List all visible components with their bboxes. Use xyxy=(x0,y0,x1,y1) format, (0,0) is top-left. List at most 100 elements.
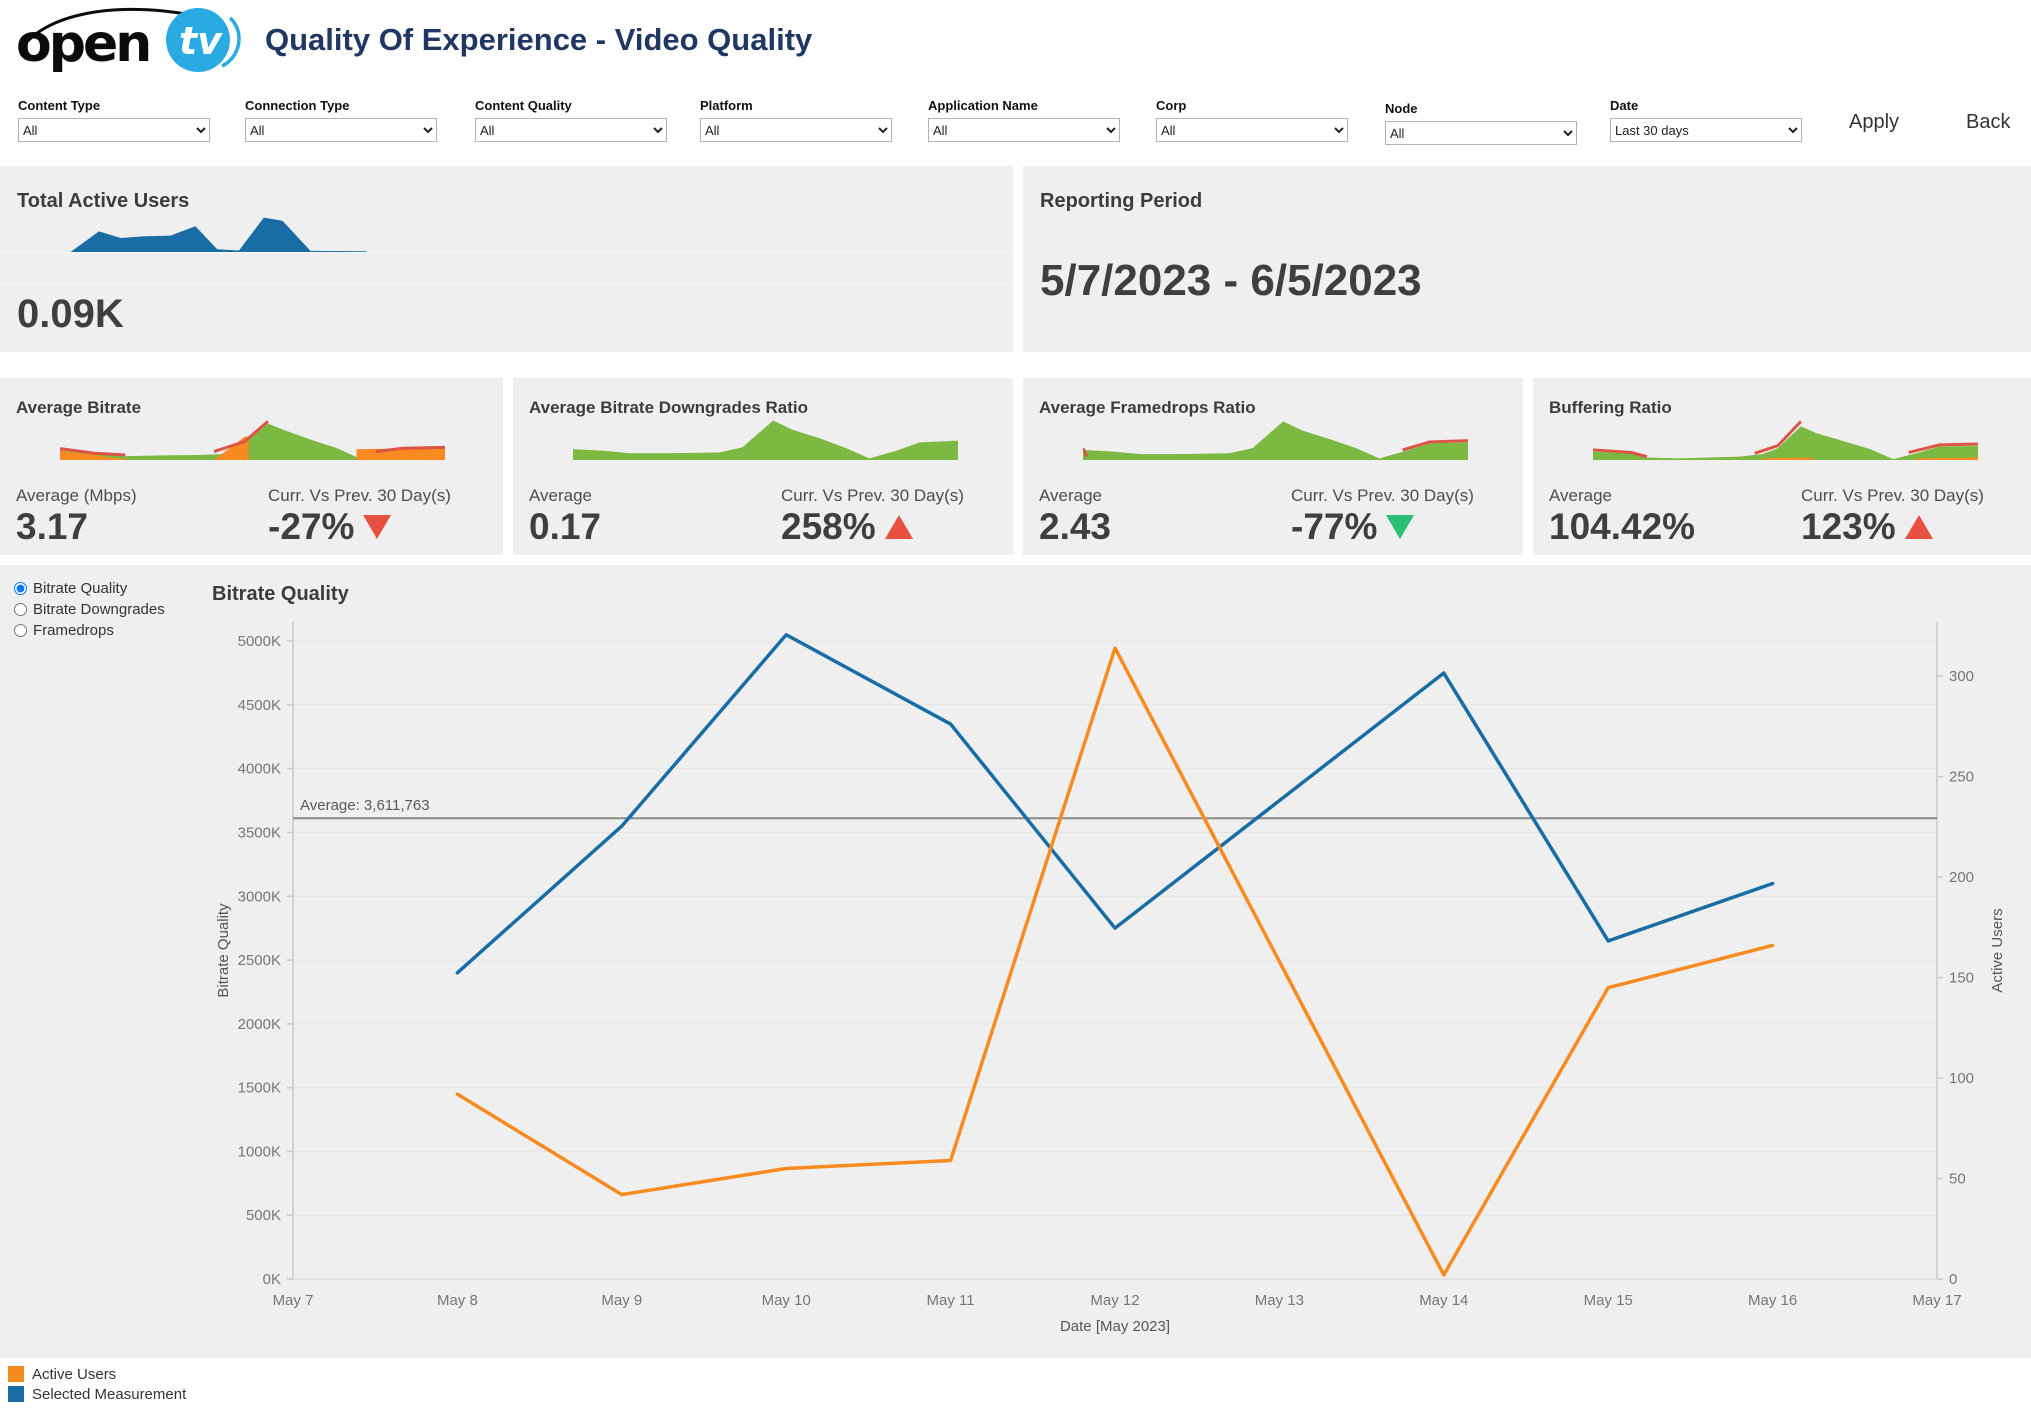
buffering-ratio-card: Buffering Ratio Average 104.42% Curr. Vs… xyxy=(1533,378,2031,555)
right-axis-tick-label: 100 xyxy=(1949,1070,1974,1087)
content-type-select[interactable]: All xyxy=(18,118,210,142)
corp-select[interactable]: All xyxy=(1156,118,1348,142)
reporting-period-card: Reporting Period 5/7/2023 - 6/5/2023 xyxy=(1023,166,2031,352)
bitrate-downgrades-card: Average Bitrate Downgrades Ratio Average… xyxy=(513,378,1013,555)
filter-date: Date Last 30 days xyxy=(1610,98,1810,142)
total-active-users-value: 0.09K xyxy=(17,292,124,337)
filter-corp: Corp All xyxy=(1156,98,1356,142)
delta-label: Curr. Vs Prev. 30 Day(s) xyxy=(1291,486,1474,506)
platform-select[interactable]: All xyxy=(700,118,892,142)
card-title: Total Active Users xyxy=(17,190,189,213)
left-axis-tick-label: 3000K xyxy=(238,888,281,905)
left-axis-tick-label: 5000K xyxy=(238,633,281,650)
filter-connection-type: Connection Type All xyxy=(245,98,445,142)
delta-label: Curr. Vs Prev. 30 Day(s) xyxy=(268,486,451,506)
x-axis-tick-label: May 8 xyxy=(437,1292,478,1309)
avg-value: 2.43 xyxy=(1039,506,1111,548)
x-axis-tick-label: May 15 xyxy=(1584,1292,1633,1309)
delta-label: Curr. Vs Prev. 30 Day(s) xyxy=(781,486,964,506)
framedrops-sparkline xyxy=(1083,418,1468,460)
avg-label: Average xyxy=(529,486,592,506)
average-line-label: Average: 3,611,763 xyxy=(300,797,430,814)
connection-type-select[interactable]: All xyxy=(245,118,437,142)
node-select[interactable]: All xyxy=(1385,121,1577,145)
filter-application-name: Application Name All xyxy=(928,98,1128,142)
page-title: Quality Of Experience - Video Quality xyxy=(265,22,812,58)
filter-label: Content Type xyxy=(18,98,218,113)
left-axis-tick-label: 3500K xyxy=(238,824,281,841)
avg-value: 0.17 xyxy=(529,506,601,548)
spark-gridline xyxy=(0,252,1013,253)
average-bitrate-sparkline xyxy=(60,418,445,460)
filter-label: Connection Type xyxy=(245,98,445,113)
filter-node: Node All xyxy=(1385,101,1585,145)
delta-label: Curr. Vs Prev. 30 Day(s) xyxy=(1801,486,1984,506)
x-axis-tick-label: May 12 xyxy=(1090,1292,1139,1309)
filter-content-quality: Content Quality All xyxy=(475,98,675,142)
delta-value: -77% xyxy=(1291,506,1414,548)
logo-text-tv: tv xyxy=(179,19,223,63)
left-axis-tick-label: 4500K xyxy=(238,697,281,714)
avg-label: Average (Mbps) xyxy=(16,486,137,506)
right-axis-tick-label: 50 xyxy=(1949,1171,1966,1188)
delta-triangle-icon xyxy=(363,515,391,539)
series-line-selected-measurement xyxy=(457,635,1772,973)
card-title: Buffering Ratio xyxy=(1549,398,1672,418)
right-axis-tick-label: 0 xyxy=(1949,1271,1957,1288)
legend-item-active-users[interactable]: Active Users xyxy=(8,1364,186,1384)
right-axis-tick-label: 200 xyxy=(1949,869,1974,886)
spark-area xyxy=(1083,421,1468,460)
card-title: Reporting Period xyxy=(1040,190,1202,213)
right-axis-tick-label: 150 xyxy=(1949,970,1974,987)
legend-item-selected-measurement[interactable]: Selected Measurement xyxy=(8,1384,186,1404)
filter-label: Platform xyxy=(700,98,900,113)
chart-legend: Active Users Selected Measurement xyxy=(8,1364,186,1404)
delta-value: 123% xyxy=(1801,506,1933,548)
buffering-sparkline xyxy=(1593,418,1978,460)
filter-label: Date xyxy=(1610,98,1810,113)
left-axis-tick-label: 2000K xyxy=(238,1016,281,1033)
spark-area xyxy=(573,421,958,460)
avg-label: Average xyxy=(1039,486,1102,506)
left-axis-tick-label: 0K xyxy=(263,1271,281,1288)
reporting-period-value: 5/7/2023 - 6/5/2023 xyxy=(1040,256,1422,306)
x-axis-title: Date [May 2023] xyxy=(1060,1318,1170,1335)
series-line-active-users xyxy=(457,648,1772,1275)
x-axis-tick-label: May 13 xyxy=(1255,1292,1304,1309)
spark-area xyxy=(1593,426,1978,460)
avg-value: 3.17 xyxy=(16,506,88,548)
delta-value: 258% xyxy=(781,506,913,548)
card-title: Average Bitrate xyxy=(16,398,141,418)
avg-value: 104.42% xyxy=(1549,506,1695,548)
bitrate-downgrades-sparkline xyxy=(573,418,958,460)
average-bitrate-card: Average Bitrate Average (Mbps) 3.17 Curr… xyxy=(0,378,503,555)
filter-content-type: Content Type All xyxy=(18,98,218,142)
back-button[interactable]: Back xyxy=(1960,110,2016,135)
x-axis-tick-label: May 10 xyxy=(762,1292,811,1309)
delta-triangle-icon xyxy=(1905,515,1933,539)
application-name-select[interactable]: All xyxy=(928,118,1120,142)
content-quality-select[interactable]: All xyxy=(475,118,667,142)
x-axis-tick-label: May 16 xyxy=(1748,1292,1797,1309)
left-axis-tick-label: 2500K xyxy=(238,952,281,969)
filter-label: Application Name xyxy=(928,98,1128,113)
legend-label: Selected Measurement xyxy=(32,1386,186,1403)
legend-swatch-orange xyxy=(8,1366,24,1382)
dashboard: open tv Quality Of Experience - Video Qu… xyxy=(0,0,2031,1408)
left-axis-tick-label: 4000K xyxy=(238,761,281,778)
x-axis-tick-label: May 14 xyxy=(1419,1292,1468,1309)
spark-area xyxy=(71,218,366,252)
delta-triangle-icon xyxy=(885,515,913,539)
total-active-users-sparkline xyxy=(71,213,382,252)
spark-orange-area xyxy=(214,436,249,460)
apply-button[interactable]: Apply xyxy=(1843,110,1905,135)
avg-label: Average xyxy=(1549,486,1612,506)
x-axis-tick-label: May 7 xyxy=(273,1292,314,1309)
date-select[interactable]: Last 30 days xyxy=(1610,118,1802,142)
filter-label: Content Quality xyxy=(475,98,675,113)
right-axis-title: Active Users xyxy=(1989,908,2006,992)
left-axis-tick-label: 1000K xyxy=(238,1143,281,1160)
filter-platform: Platform All xyxy=(700,98,900,142)
legend-label: Active Users xyxy=(32,1366,116,1383)
left-axis-tick-label: 1500K xyxy=(238,1080,281,1097)
